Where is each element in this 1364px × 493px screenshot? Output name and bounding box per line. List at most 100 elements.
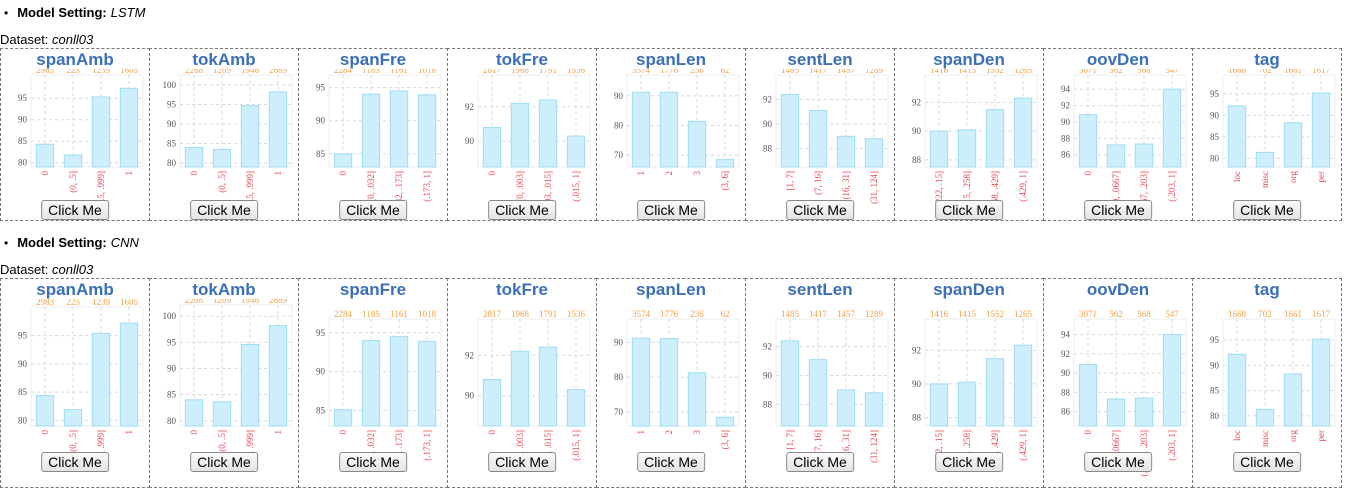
chart-title: oovDen (1086, 50, 1150, 69)
bar (1078, 363, 1098, 427)
click-me-button[interactable]: Click Me (1233, 452, 1301, 472)
bar (538, 99, 558, 168)
click-me-button[interactable]: Click Me (1084, 200, 1152, 220)
bar (808, 109, 828, 168)
y-tick-label: 80 (167, 416, 177, 426)
click-me-button[interactable]: Click Me (786, 200, 854, 220)
count-label: 1415 (958, 69, 977, 75)
chart-title: tokFre (496, 50, 548, 69)
chart-title: spanDen (933, 280, 1005, 299)
bar (482, 126, 502, 168)
count-label: 2689 (269, 69, 288, 75)
y-tick-label: 95 (316, 83, 326, 93)
count-label: 1536 (567, 309, 586, 319)
bar (957, 381, 977, 427)
click-me-button[interactable]: Click Me (339, 200, 407, 220)
category-label: (.203, 1] (1167, 171, 1177, 202)
click-me-button[interactable]: Click Me (190, 452, 258, 472)
category-label: (.429, 1] (1018, 430, 1028, 461)
click-me-button[interactable]: Click Me (935, 200, 1003, 220)
chart-panel-tokAmb: tokAmb 80 85 90 95 100 2268 0 1209 (0, .5] 1946 (.5… (149, 48, 299, 221)
y-tick-label: 85 (1210, 386, 1220, 396)
model-name: LSTM (110, 5, 146, 20)
bar (836, 135, 856, 168)
y-tick-label: 88 (1061, 133, 1071, 143)
bar (929, 383, 949, 427)
count-label: 1265 (1014, 309, 1033, 319)
chart-panel-spanFre: spanFre 85 90 95 2284 0 1185 (0, .032] 1161 (.032… (298, 48, 448, 221)
category-label: 0 (338, 171, 348, 176)
count-label: 1617 (1312, 69, 1331, 75)
category-label: (.429, 1] (1018, 171, 1028, 202)
y-tick-label: 80 (1210, 153, 1220, 163)
bullet-icon: • (4, 5, 9, 20)
y-tick-label: 88 (912, 413, 922, 423)
category-label: (.173, 1] (422, 171, 432, 202)
bar (659, 91, 679, 168)
bar (119, 322, 139, 427)
model-setting-label: Model Setting: (17, 5, 107, 20)
category-label: 0 (1083, 171, 1093, 176)
chart-title: oovDen (1086, 280, 1150, 299)
y-tick-label: 95 (316, 328, 326, 338)
chart-title: spanDen (933, 50, 1005, 69)
chart-panel-tokFre: tokFre 90 92 2817 0 1968 (0, .003] 1791 (.003, .… (447, 278, 597, 488)
y-tick-label: 90 (763, 371, 773, 381)
y-tick-label: 95 (18, 93, 28, 103)
count-label: 1417 (809, 309, 828, 319)
y-tick-label: 85 (1210, 132, 1220, 142)
bar (35, 394, 55, 427)
count-label: 1289 (865, 309, 884, 319)
bar (1283, 373, 1303, 427)
y-tick-label: 80 (18, 415, 28, 425)
count-label: 1661 (1284, 309, 1302, 319)
category-label: (31, 124] (869, 430, 879, 463)
category-label: 3 (692, 430, 702, 435)
y-tick-label: 90 (316, 367, 326, 377)
click-me-button[interactable]: Click Me (637, 452, 705, 472)
click-me-button[interactable]: Click Me (339, 452, 407, 472)
dataset-label: Dataset: (0, 262, 49, 277)
y-tick-label: 70 (614, 150, 624, 160)
model-setting-line: • Model Setting: LSTM (4, 5, 145, 20)
bar (631, 91, 651, 168)
click-me-button[interactable]: Click Me (1233, 200, 1301, 220)
click-me-button[interactable]: Click Me (786, 452, 854, 472)
bar (836, 389, 856, 427)
y-tick-label: 85 (167, 390, 177, 400)
count-label: 1265 (1014, 69, 1033, 75)
y-tick-label: 86 (1061, 150, 1071, 160)
count-label: 1457 (837, 69, 856, 75)
bar (1255, 151, 1275, 168)
count-label: 1417 (809, 69, 828, 75)
count-label: 1018 (418, 309, 437, 319)
chart-panel-spanLen: spanLen 70 80 90 3574 1 1776 2 236 3 62 (3, 6] Click… (596, 278, 746, 488)
y-tick-label: 80 (614, 372, 624, 382)
bar (35, 143, 55, 168)
click-me-button[interactable]: Click Me (488, 200, 556, 220)
count-label: 62 (721, 69, 730, 75)
click-me-button[interactable]: Click Me (488, 452, 556, 472)
count-label: 547 (1165, 69, 1179, 75)
bar (1013, 344, 1033, 427)
count-label: 3574 (632, 69, 651, 75)
click-me-button[interactable]: Click Me (637, 200, 705, 220)
category-label: (0, .5] (68, 430, 78, 452)
bullet-icon: • (4, 235, 9, 250)
category-label: 0 (189, 171, 199, 176)
y-tick-label: 86 (1061, 407, 1071, 417)
click-me-button[interactable]: Click Me (41, 452, 109, 472)
click-me-button[interactable]: Click Me (190, 200, 258, 220)
click-me-button[interactable]: Click Me (935, 452, 1003, 472)
category-label: 0 (189, 430, 199, 435)
y-tick-label: 80 (1210, 411, 1220, 421)
bar (184, 146, 204, 168)
chart-title: tokAmb (192, 280, 256, 299)
click-me-button[interactable]: Click Me (1084, 452, 1152, 472)
count-label: 1416 (930, 309, 949, 319)
y-tick-label: 92 (763, 94, 772, 104)
category-label: (7, 16] (813, 430, 823, 454)
click-me-button[interactable]: Click Me (41, 200, 109, 220)
bar (389, 336, 409, 427)
bar (510, 350, 530, 427)
